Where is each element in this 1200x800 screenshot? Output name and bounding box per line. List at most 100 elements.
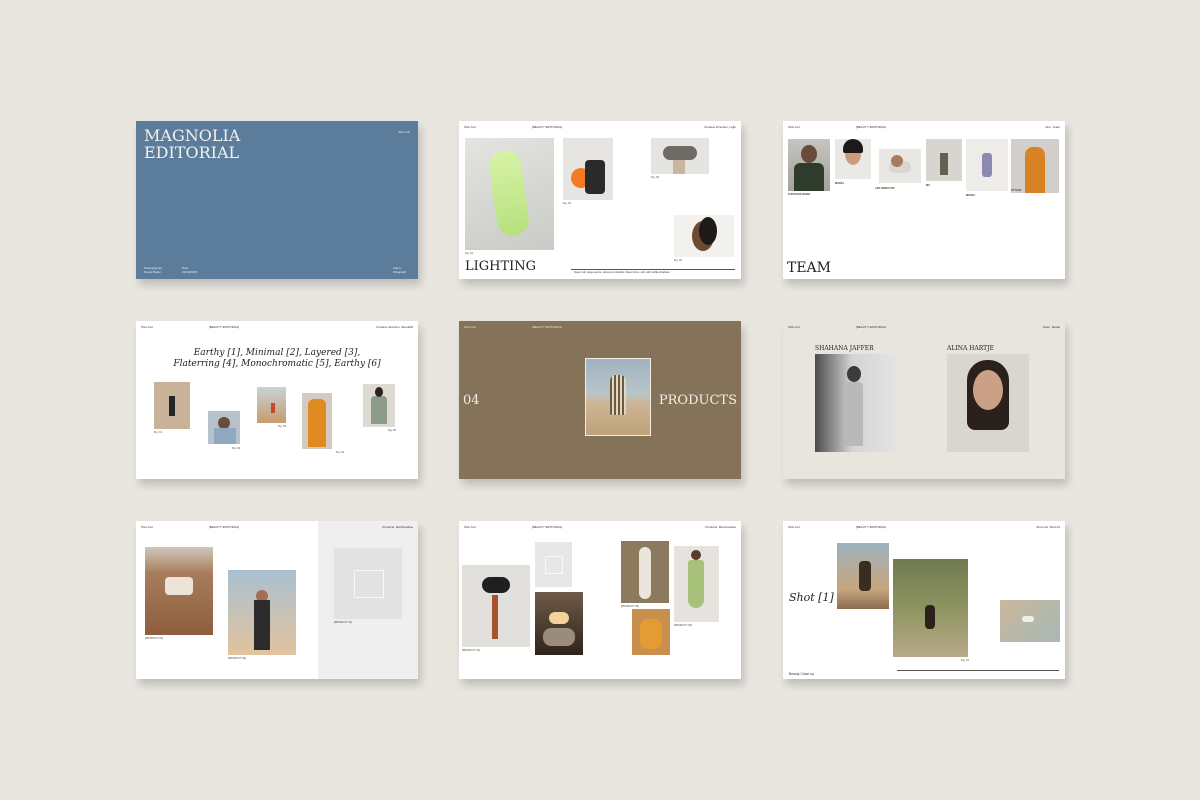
sneaker-photo bbox=[465, 138, 554, 250]
header-left: Shot List bbox=[141, 325, 153, 329]
cover-client-value: Ottograph bbox=[393, 270, 407, 274]
shot-photo bbox=[837, 543, 889, 609]
orange-ball-photo bbox=[563, 138, 613, 200]
header-left: Shot List bbox=[464, 525, 476, 529]
slide-moodwords[interactable]: Shot List [BEAUTY EDITORIAL] Creative di… bbox=[136, 321, 418, 479]
slide-products[interactable]: Shot List [BEAUTY EDITORIAL] 04 PRODUCTS bbox=[459, 321, 741, 479]
header-left: Shot List bbox=[141, 525, 153, 529]
team-photo bbox=[835, 139, 871, 179]
header-right: Creative direction, Moodstill bbox=[376, 325, 413, 329]
fig-caption: Fig. 02 bbox=[232, 447, 240, 450]
product-label: [PRODUCT 02] bbox=[621, 605, 639, 608]
cover-title-line1: MAGNOLIA bbox=[144, 126, 241, 145]
fig-caption: Fig. 04 bbox=[336, 451, 344, 454]
team-role: MODEL bbox=[966, 194, 976, 197]
product-photo bbox=[145, 547, 213, 635]
cover-title-line2: EDITORIAL bbox=[144, 143, 240, 162]
lighting-footnote: Super soft, large source, almost no shad… bbox=[574, 271, 671, 274]
header-left: Shot List bbox=[788, 525, 800, 529]
team-photo bbox=[966, 139, 1008, 191]
team-role: MODEL bbox=[835, 182, 845, 185]
slide-cover[interactable]: MAGNOLIA EDITORIAL Shot List Photographe… bbox=[136, 121, 418, 279]
shot-photo bbox=[1000, 600, 1060, 642]
products-photo bbox=[585, 358, 651, 436]
team-title: TEAM bbox=[787, 260, 832, 276]
header-right: Creative Direction, Light bbox=[703, 125, 736, 129]
mood-line2: Flaterring [4], Monochromatic [5], Earth… bbox=[173, 359, 381, 369]
product-label: [PRODUCT 03] bbox=[674, 624, 692, 627]
slide-merch-2[interactable]: Shot List [BEAUTY EDITORIAL] Products, M… bbox=[459, 521, 741, 679]
team-photo bbox=[788, 139, 830, 191]
fig-caption: Fig. 05 bbox=[388, 429, 396, 432]
fig-caption: Fig. 02 bbox=[563, 202, 571, 205]
header-center: [BEAUTY EDITORIAL] bbox=[209, 325, 240, 329]
slide-lighting[interactable]: Shot List [BEAUTY EDITORIAL] Creative Di… bbox=[459, 121, 741, 279]
team-photo bbox=[1011, 139, 1059, 193]
divider bbox=[897, 670, 1059, 671]
product-label: [PRODUCT 03] bbox=[334, 621, 352, 624]
header-center: [BEAUTY EDITORIAL] bbox=[209, 525, 240, 529]
orange-top-photo bbox=[632, 609, 670, 655]
surfboard-photo bbox=[621, 541, 669, 603]
fig-caption: Fig. 04 bbox=[674, 259, 682, 262]
chair-photo bbox=[334, 548, 402, 619]
header-center: [BEAUTY EDITORIAL] bbox=[856, 325, 887, 329]
cover-top-right: Shot List bbox=[398, 130, 410, 134]
mood-photo bbox=[363, 384, 395, 427]
slide-shot[interactable]: Shot List [BEAUTY EDITORIAL] Shot List, … bbox=[783, 521, 1065, 679]
model-name: ALINA HARTJE bbox=[947, 345, 994, 352]
team-photo bbox=[879, 149, 921, 183]
fig-caption: Fig. 01 bbox=[961, 659, 969, 662]
model-photo bbox=[947, 354, 1029, 452]
products-title: PRODUCTS bbox=[658, 393, 737, 408]
header-left: Shot List bbox=[464, 325, 476, 329]
header-right: Intro, Team bbox=[1045, 125, 1060, 129]
product-label: [PRODUCT 02] bbox=[228, 657, 246, 660]
fig-caption: Fig. 01 bbox=[465, 252, 473, 255]
mood-photo bbox=[208, 411, 240, 444]
shoe-photo bbox=[651, 138, 709, 174]
cover-photographer-name: Nicole Baker bbox=[144, 270, 162, 274]
header-left: Shot List bbox=[788, 325, 800, 329]
model-photo bbox=[815, 354, 897, 452]
slide-merch-1[interactable]: Shot List [BEAUTY EDITORIAL] Products, M… bbox=[136, 521, 418, 679]
header-center: [BEAUTY EDITORIAL] bbox=[532, 325, 563, 329]
fig-caption: Fig. 03 bbox=[651, 176, 659, 179]
header-center: [BEAUTY EDITORIAL] bbox=[856, 125, 887, 129]
product-label: [PRODUCT 01] bbox=[145, 637, 163, 640]
team-role: STYLIST bbox=[1011, 189, 1022, 192]
mood-photo bbox=[154, 382, 190, 429]
chair-photo bbox=[535, 542, 572, 587]
shot-photo bbox=[893, 559, 968, 657]
shot-subtitle: Beauty Close up bbox=[789, 672, 814, 676]
product-photo bbox=[228, 570, 296, 655]
slide-team[interactable]: Shot List [BEAUTY EDITORIAL] Intro, Team… bbox=[783, 121, 1065, 279]
header-right: Team, Model bbox=[1042, 325, 1060, 329]
mood-photo bbox=[257, 387, 286, 423]
header-right: Products, Merchandise bbox=[705, 525, 736, 529]
mood-photo bbox=[302, 393, 332, 449]
header-left: Shot List bbox=[788, 125, 800, 129]
header-center: [BEAUTY EDITORIAL] bbox=[532, 525, 563, 529]
mood-line1: Earthy [1], Minimal [2], Layered [3], bbox=[193, 348, 361, 358]
fig-caption: Fig. 03 bbox=[278, 425, 286, 428]
header-left: Shot List bbox=[464, 125, 476, 129]
team-role: MU bbox=[926, 184, 931, 187]
shot-title: Shot [1] bbox=[789, 591, 834, 604]
fig-caption: Fig. 01 bbox=[154, 431, 162, 434]
section-number: 04 bbox=[463, 393, 480, 408]
team-photo bbox=[926, 139, 962, 181]
lamp-photo bbox=[535, 592, 583, 655]
slide-models[interactable]: Shot List [BEAUTY EDITORIAL] Team, Model… bbox=[783, 321, 1065, 479]
header-center: [BEAUTY EDITORIAL] bbox=[856, 525, 887, 529]
divider bbox=[571, 269, 735, 270]
header-center: [BEAUTY EDITORIAL] bbox=[532, 125, 563, 129]
header-right: Shot List, Shot 01 bbox=[1036, 525, 1060, 529]
dress-photo bbox=[674, 546, 719, 622]
model-name: SHAHANA JAFFER bbox=[815, 345, 874, 352]
team-role: ART DIRECTOR bbox=[875, 187, 895, 190]
team-role: PHOTOGRAPHER bbox=[788, 193, 811, 196]
product-label: [PRODUCT 01] bbox=[462, 649, 480, 652]
stool-photo bbox=[462, 565, 530, 647]
header-right: Products, Merchandise bbox=[382, 525, 413, 529]
